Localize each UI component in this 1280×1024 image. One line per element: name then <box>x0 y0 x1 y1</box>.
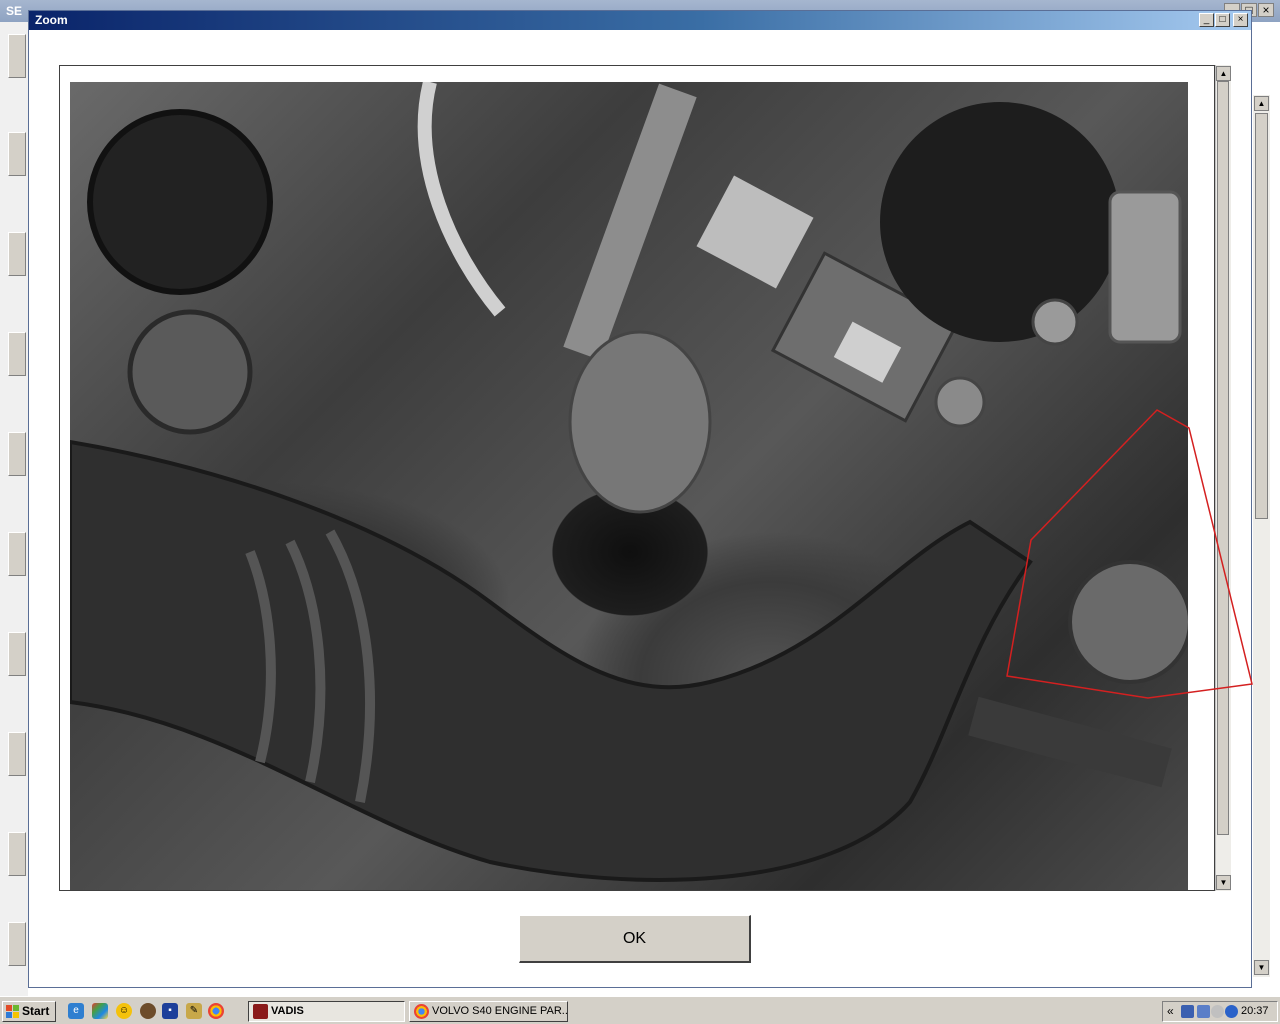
taskbar: Start e ☺ ▪ ✎ VADIS VOLVO S40 ENGINE PAR… <box>0 996 1280 1024</box>
image-scrollbar-thumb[interactable] <box>1217 81 1229 835</box>
start-button[interactable]: Start <box>2 1001 56 1022</box>
background-side-tab[interactable] <box>8 132 26 176</box>
ie-icon[interactable]: e <box>68 1003 84 1019</box>
volume-icon[interactable] <box>1211 1005 1224 1018</box>
engine-photo-art <box>70 82 1188 882</box>
zoom-titlebar[interactable]: Zoom _ □ × <box>29 11 1251 30</box>
security-icon[interactable] <box>1225 1005 1238 1018</box>
background-side-tab[interactable] <box>8 532 26 576</box>
background-side-tab[interactable] <box>8 34 26 78</box>
start-label: Start <box>22 1004 50 1018</box>
save-icon[interactable]: ▪ <box>162 1003 178 1019</box>
windows-logo-icon <box>6 1005 19 1018</box>
zoom-close-button[interactable]: × <box>1233 13 1248 27</box>
system-tray: « 20:37 <box>1162 1001 1278 1022</box>
background-side-tab[interactable] <box>8 232 26 276</box>
chrome-icon <box>414 1004 429 1019</box>
background-side-tab[interactable] <box>8 332 26 376</box>
picasa-icon[interactable] <box>92 1003 108 1019</box>
chrome-icon[interactable] <box>208 1003 224 1019</box>
background-side-tab[interactable] <box>8 732 26 776</box>
task-button-chrome[interactable]: VOLVO S40 ENGINE PAR... <box>409 1001 568 1022</box>
image-scroll-down-button[interactable]: ▼ <box>1216 875 1231 890</box>
task-label: VOLVO S40 ENGINE PAR... <box>432 1005 568 1017</box>
background-close-button[interactable]: × <box>1258 3 1274 17</box>
tool-icon[interactable]: ✎ <box>186 1003 202 1019</box>
zoom-maximize-button[interactable]: □ <box>1215 13 1230 27</box>
image-scroll-up-button[interactable]: ▲ <box>1216 66 1231 81</box>
background-title: SE <box>6 4 23 18</box>
image-frame <box>59 65 1215 891</box>
zoom-minimize-button[interactable]: _ <box>1199 13 1214 27</box>
messenger-icon[interactable]: ☺ <box>116 1003 132 1019</box>
engine-photo <box>70 82 1188 890</box>
background-side-tab[interactable] <box>8 922 26 966</box>
ok-button[interactable]: OK <box>519 915 751 963</box>
background-scrollbar-thumb[interactable] <box>1255 113 1268 519</box>
vadis-app-icon <box>253 1004 268 1019</box>
background-scroll-down-button[interactable]: ▼ <box>1254 960 1269 975</box>
background-side-tab[interactable] <box>8 832 26 876</box>
background-side-tab[interactable] <box>8 632 26 676</box>
background-side-tab[interactable] <box>8 432 26 476</box>
background-left-panel <box>0 22 28 996</box>
task-button-vadis[interactable]: VADIS <box>248 1001 405 1022</box>
zoom-dialog: Zoom _ □ × ▲ ▼ OK <box>28 10 1252 988</box>
monitor-icon[interactable] <box>1197 1005 1210 1018</box>
clock: 20:37 <box>1241 1005 1269 1017</box>
background-scroll-up-button[interactable]: ▲ <box>1254 96 1269 111</box>
task-label: VADIS <box>271 1005 304 1017</box>
zoom-title: Zoom <box>35 13 68 27</box>
network-icon[interactable] <box>1181 1005 1194 1018</box>
tray-expand-button[interactable]: « <box>1167 1004 1174 1018</box>
media-icon[interactable] <box>140 1003 156 1019</box>
